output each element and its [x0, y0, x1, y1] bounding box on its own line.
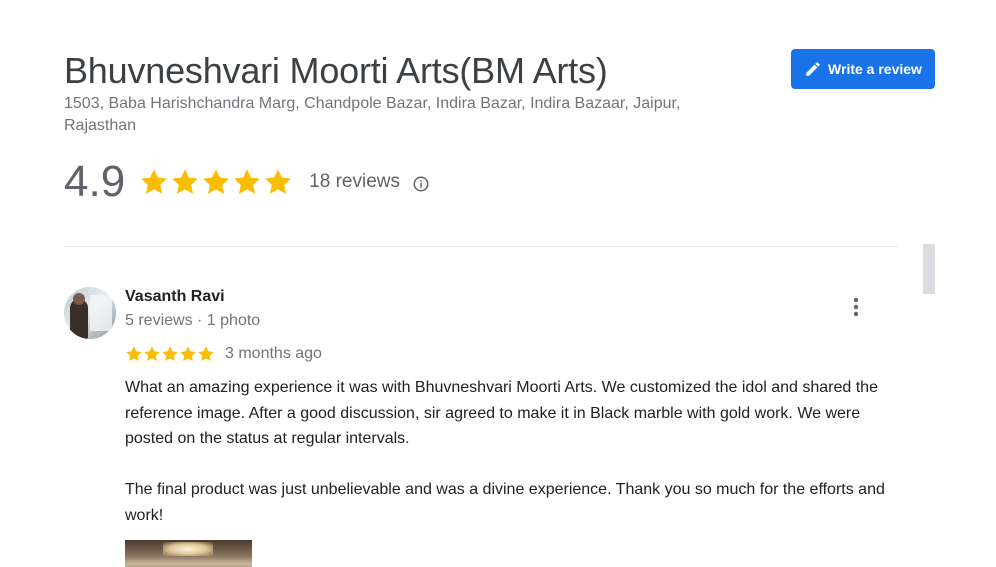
review-text: What an amazing experience it was with B… — [125, 375, 895, 528]
business-name: Bhuvneshvari Moorti Arts(BM Arts) — [64, 50, 608, 91]
review-stars — [125, 345, 215, 363]
star-icon — [144, 346, 160, 362]
star-icon — [172, 169, 199, 194]
overall-rating: 4.9 18 reviews — [64, 157, 430, 207]
star-icon — [203, 169, 230, 194]
reviews-page: Bhuvneshvari Moorti Arts(BM Arts) 1503, … — [0, 0, 996, 567]
star-icon — [234, 169, 261, 194]
star-icon — [265, 169, 292, 194]
write-review-label: Write a review — [828, 61, 922, 77]
rating-stars — [139, 167, 293, 197]
more-options-button[interactable] — [844, 295, 868, 323]
more-vert-icon — [853, 297, 859, 322]
pencil-icon — [804, 60, 822, 78]
star-icon — [180, 346, 196, 362]
star-icon — [126, 346, 142, 362]
write-review-button[interactable]: Write a review — [791, 49, 935, 89]
reviewer-meta: 5 reviews · 1 photo — [125, 312, 261, 329]
review-count: 18 reviews — [309, 171, 400, 192]
star-icon — [162, 346, 178, 362]
reviewer-name[interactable]: Vasanth Ravi — [125, 287, 225, 307]
review-paragraph: What an amazing experience it was with B… — [125, 379, 878, 447]
avatar[interactable] — [64, 287, 116, 339]
scrollbar-thumb[interactable] — [923, 244, 935, 294]
section-divider — [64, 246, 898, 247]
rating-value: 4.9 — [64, 157, 126, 206]
business-address: 1503, Baba Harishchandra Marg, Chandpole… — [64, 95, 681, 134]
review-date: 3 months ago — [225, 345, 322, 362]
review-paragraph: The final product was just unbelievable … — [125, 481, 885, 524]
review-photo[interactable] — [125, 540, 252, 567]
review-rating: 3 months ago — [125, 343, 322, 365]
info-icon[interactable] — [412, 172, 430, 193]
star-icon — [198, 346, 214, 362]
star-icon — [141, 169, 168, 194]
